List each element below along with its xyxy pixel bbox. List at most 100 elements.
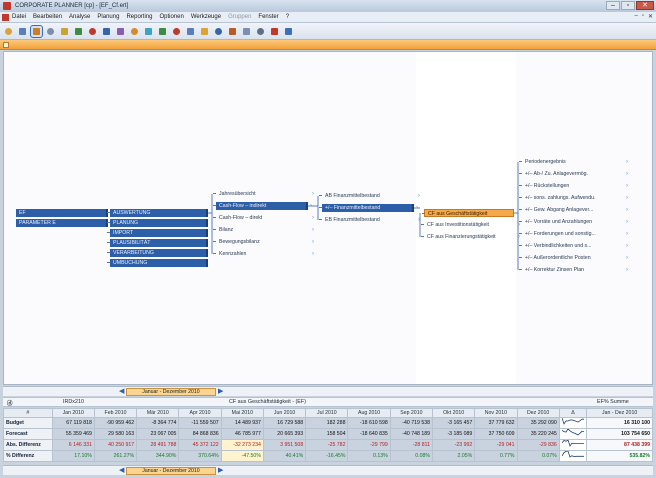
tree-node-col3-2[interactable]: Cash-Flow – direkt ›: [213, 214, 314, 222]
data-cell[interactable]: 37 779 632: [474, 417, 518, 429]
nodes-icon[interactable]: [213, 26, 224, 37]
bottom-period-prev-icon[interactable]: ◀: [119, 466, 124, 474]
table-row[interactable]: Budget 67 119 818 -90 959 462 -8 364 774 -11…: [3, 417, 653, 429]
period-next-icon[interactable]: ▶: [218, 387, 223, 395]
data-cell[interactable]: -40 719 538: [389, 417, 434, 429]
tree-node-col3-1[interactable]: Cash-Flow – indirekt ›: [213, 202, 312, 210]
tree-icon[interactable]: [17, 26, 28, 37]
tree-node-col6-3[interactable]: +/– sons. zahlungs. Aufwendu. ›: [519, 194, 628, 202]
data-cell[interactable]: -18 610 598: [347, 417, 391, 429]
data-cell[interactable]: 0.13%: [347, 450, 391, 462]
expand-chevron-icon[interactable]: ›: [418, 192, 420, 200]
expand-chevron-icon[interactable]: ›: [626, 254, 628, 262]
data-cell[interactable]: 40 250 917: [93, 439, 138, 451]
data-cell[interactable]: 46 785 977: [220, 428, 264, 440]
mdi-restore-button[interactable]: ▫: [642, 13, 644, 20]
menu-reporting[interactable]: Reporting: [126, 14, 152, 20]
menu-analyse[interactable]: Analyse: [69, 14, 90, 20]
expand-chevron-icon[interactable]: ›: [418, 216, 420, 224]
expand-chevron-icon[interactable]: ›: [626, 182, 628, 190]
data-cell[interactable]: 40.41%: [262, 450, 307, 462]
expand-chevron-icon[interactable]: ›: [312, 226, 314, 234]
tree-node-col2-2[interactable]: IMPORT: [107, 229, 208, 237]
data-cell[interactable]: -29 041: [474, 439, 518, 451]
tree-node-col1-0[interactable]: EF: [16, 209, 108, 217]
tree-node-col6-1[interactable]: +/– Ab-/ Zu. Anlagevermög. ›: [519, 170, 628, 178]
data-cell[interactable]: 17.10%: [51, 450, 95, 462]
expand-chevron-icon[interactable]: ›: [517, 210, 519, 218]
menu-werkzeuge[interactable]: Werkzeuge: [191, 14, 221, 20]
close-button[interactable]: ✕: [636, 1, 654, 10]
table-icon[interactable]: [45, 26, 56, 37]
data-cell[interactable]: 45 372 122: [178, 439, 222, 451]
export-icon[interactable]: [283, 26, 294, 37]
data-cell[interactable]: -16.45%: [305, 450, 349, 462]
print-icon[interactable]: [255, 26, 266, 37]
tree-node-col4-1[interactable]: +/– Finanzmittelbestand ›: [319, 204, 418, 212]
menu-fenster[interactable]: Fenster: [258, 14, 278, 20]
expand-chevron-icon[interactable]: ›: [626, 158, 628, 166]
tree-node-col6-9[interactable]: +/– Korrektur Zinsen Plan ›: [519, 266, 628, 274]
minimize-button[interactable]: –: [606, 1, 620, 10]
mdi-minimize-button[interactable]: –: [634, 13, 637, 20]
report-icon[interactable]: [59, 26, 70, 37]
data-cell[interactable]: -29 836: [516, 439, 560, 451]
save-icon[interactable]: [269, 26, 280, 37]
expand-chevron-icon[interactable]: ›: [416, 204, 418, 212]
data-cell[interactable]: -3 165 457: [431, 417, 476, 429]
data-cell[interactable]: 182 288: [305, 417, 349, 429]
tree-node-col6-7[interactable]: +/– Verbindlichkeiten und s... ›: [519, 242, 628, 250]
data-cell[interactable]: 37 750 609: [474, 428, 518, 440]
data-cell[interactable]: -18 640 835: [347, 428, 391, 440]
tree-node-col1-1[interactable]: PARAMETER E: [16, 219, 108, 227]
data-cell[interactable]: -3 185 089: [431, 428, 476, 440]
expand-chevron-icon[interactable]: ›: [626, 218, 628, 226]
pin-icon[interactable]: [157, 26, 168, 37]
bottom-period-next-icon[interactable]: ▶: [218, 466, 223, 474]
chart-icon[interactable]: [73, 26, 84, 37]
data-cell[interactable]: 14 489 937: [220, 417, 264, 429]
tree-node-col6-4[interactable]: +/– Gew. Abgang Anlagever... ›: [519, 206, 628, 214]
menu-bearbeiten[interactable]: Bearbeiten: [33, 14, 62, 20]
data-cell[interactable]: 0.08%: [389, 450, 434, 462]
expand-chevron-icon[interactable]: ›: [312, 214, 314, 222]
data-cell[interactable]: -29 799: [347, 439, 391, 451]
data-cell[interactable]: 16 729 588: [262, 417, 307, 429]
expand-chevron-icon[interactable]: ›: [310, 202, 312, 210]
data-cell[interactable]: 2.05%: [431, 450, 476, 462]
bottom-period-selector[interactable]: Januar - Dezember 2010: [126, 467, 216, 475]
data-cell[interactable]: 29 580 163: [93, 428, 138, 440]
globe-icon[interactable]: [143, 26, 154, 37]
tree-node-col6-0[interactable]: Periodenergebnis ›: [519, 158, 628, 166]
period-prev-icon[interactable]: ◀: [119, 387, 124, 395]
tree-node-col4-0[interactable]: AB Finanzmittelbestand ›: [319, 192, 420, 200]
tree-node-col2-3[interactable]: PLAUSIBILITÄT: [107, 239, 208, 247]
data-cell[interactable]: -32 273 234: [220, 439, 264, 451]
tree-node-col2-5[interactable]: UMBUCHUNG: [107, 259, 208, 267]
clock-icon[interactable]: [129, 26, 140, 37]
data-cell[interactable]: 20 665 393: [262, 428, 307, 440]
tree-node-col6-5[interactable]: +/– Vorräte und Anzahlungen ›: [519, 218, 628, 226]
tree-node-col6-2[interactable]: +/– Rückstellungen ›: [519, 182, 628, 190]
document-icon[interactable]: [2, 13, 9, 21]
table-row[interactable]: Abs. Differenz 6 146 331 40 250 917 28 491 …: [3, 439, 653, 451]
data-cell[interactable]: -23 992: [431, 439, 476, 451]
period-selector[interactable]: Januar - Dezember 2010: [126, 388, 216, 396]
maximize-button[interactable]: ▫: [621, 1, 635, 10]
data-cell[interactable]: -40 748 189: [389, 428, 434, 440]
expand-chevron-icon[interactable]: ›: [518, 221, 520, 229]
data-cell[interactable]: -90 959 462: [93, 417, 138, 429]
plan-icon[interactable]: [101, 26, 112, 37]
expand-chevron-icon[interactable]: ›: [626, 206, 628, 214]
data-cell[interactable]: 0.07%: [516, 450, 560, 462]
tree-node-col6-6[interactable]: +/– Forderungen und sonstig... ›: [519, 230, 628, 238]
menu-optionen[interactable]: Optionen: [159, 14, 183, 20]
grid-icon[interactable]: [185, 26, 196, 37]
expand-chevron-icon[interactable]: ›: [626, 170, 628, 178]
expand-chevron-icon[interactable]: ›: [312, 190, 314, 198]
menu-datei[interactable]: Datei: [12, 14, 26, 20]
data-cell[interactable]: 0.77%: [474, 450, 518, 462]
data-cell[interactable]: -8 364 774: [136, 417, 180, 429]
tree-node-col6-8[interactable]: +/– Außerordentliche Posten ›: [519, 254, 628, 262]
table-row[interactable]: Forecast 55 359 469 29 580 163 23 067 005 84…: [3, 428, 653, 440]
